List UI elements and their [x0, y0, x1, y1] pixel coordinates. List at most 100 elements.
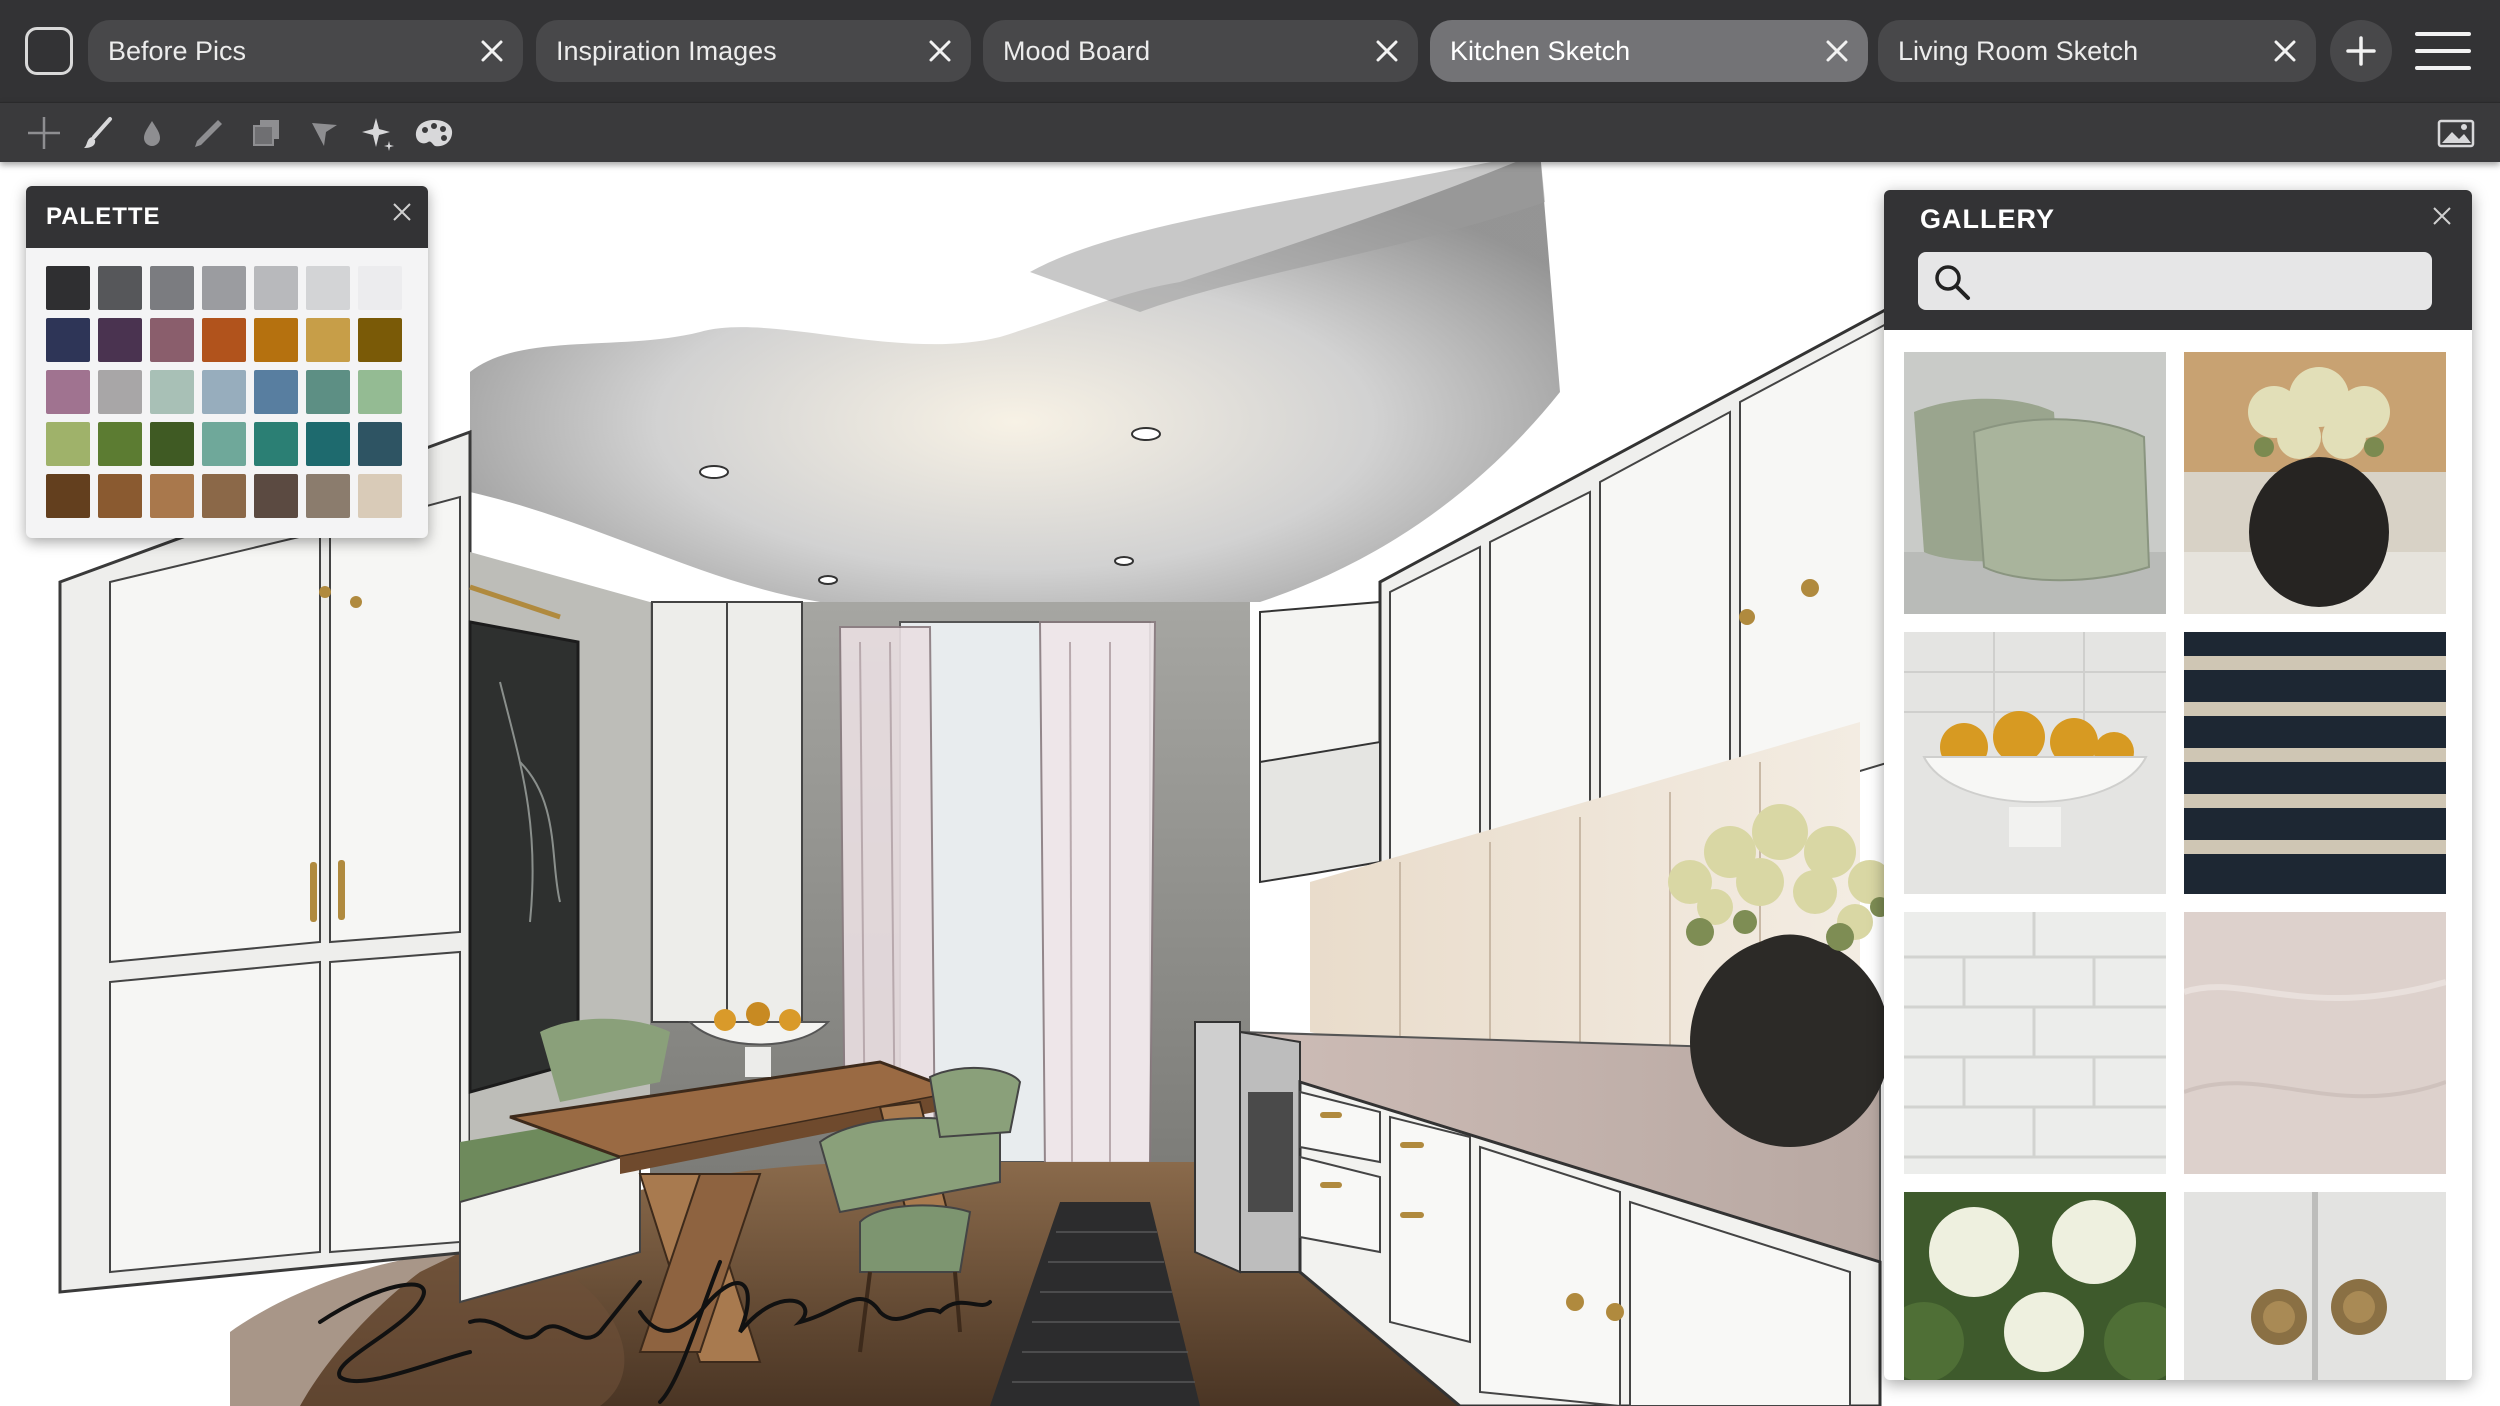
color-swatch[interactable]: [254, 370, 298, 414]
tab-label: Before Pics: [108, 36, 247, 66]
color-swatch[interactable]: [306, 266, 350, 310]
layers-icon: [253, 120, 279, 146]
close-icon[interactable]: [479, 38, 505, 64]
color-swatch[interactable]: [202, 318, 246, 362]
color-swatch[interactable]: [46, 474, 90, 518]
color-swatch[interactable]: [150, 318, 194, 362]
color-swatch[interactable]: [202, 474, 246, 518]
color-swatch[interactable]: [202, 266, 246, 310]
color-swatch[interactable]: [358, 370, 402, 414]
magic-tool[interactable]: [360, 115, 396, 151]
swatch-grid: [46, 266, 414, 518]
pencil-tool[interactable]: [190, 115, 226, 151]
pencil-icon: [195, 120, 222, 147]
tab-inspiration-images[interactable]: Inspiration Images: [536, 20, 971, 82]
close-icon[interactable]: [390, 200, 414, 224]
gallery-thumbnail[interactable]: [1904, 912, 2166, 1174]
gallery-thumbnail[interactable]: [2184, 1192, 2446, 1380]
close-icon[interactable]: [1374, 38, 1400, 64]
close-icon[interactable]: [1824, 38, 1850, 64]
gallery-thumbnail[interactable]: [1904, 1192, 2166, 1380]
toolbar: [0, 102, 2500, 162]
tab-label: Kitchen Sketch: [1450, 36, 1631, 66]
gallery-title: GALLERY: [1920, 204, 2055, 234]
tab-before-pics[interactable]: Before Pics: [88, 20, 523, 82]
gallery-panel: GALLERY: [1884, 190, 2472, 1380]
tab-mood-board[interactable]: Mood Board: [983, 20, 1418, 82]
color-swatch[interactable]: [98, 370, 142, 414]
gallery-search-input[interactable]: [1984, 260, 2414, 302]
color-swatch[interactable]: [150, 370, 194, 414]
color-swatch[interactable]: [150, 266, 194, 310]
magic-sparkle-icon: [362, 118, 394, 151]
palette-panel: PALETTE: [26, 186, 428, 538]
close-icon[interactable]: [2430, 204, 2454, 228]
plus-icon: [2346, 36, 2376, 66]
transform-icon: [28, 117, 60, 149]
color-swatch[interactable]: [254, 422, 298, 466]
color-swatch[interactable]: [358, 318, 402, 362]
color-swatch[interactable]: [46, 422, 90, 466]
color-swatch[interactable]: [150, 474, 194, 518]
app-window: Before Pics Inspiration Images Mood Boar…: [0, 0, 2500, 1406]
close-icon[interactable]: [927, 38, 953, 64]
color-swatch[interactable]: [150, 422, 194, 466]
selection-tool[interactable]: [306, 115, 342, 151]
vase-flowers-image: [2184, 352, 2446, 614]
gallery-thumbnail[interactable]: [1904, 632, 2166, 894]
selection-icon: [312, 123, 337, 146]
hamburger-icon: [2415, 32, 2471, 70]
white-tile-image: [1904, 912, 2166, 1174]
gallery-thumbnail[interactable]: [1904, 352, 2166, 614]
gallery-thumbnail[interactable]: [2184, 912, 2446, 1174]
tab-label: Inspiration Images: [556, 36, 777, 66]
hydrangea-image: [1904, 1192, 2166, 1380]
color-swatch[interactable]: [202, 422, 246, 466]
palette-tool[interactable]: [412, 115, 456, 151]
tab-kitchen-sketch[interactable]: Kitchen Sketch: [1430, 20, 1868, 82]
palette-header: PALETTE: [26, 186, 428, 248]
color-swatch[interactable]: [254, 266, 298, 310]
color-swatch[interactable]: [98, 266, 142, 310]
color-swatch[interactable]: [46, 266, 90, 310]
color-swatch[interactable]: [306, 318, 350, 362]
color-swatch[interactable]: [46, 370, 90, 414]
brass-knobs-image: [2184, 1192, 2446, 1380]
color-swatch[interactable]: [358, 422, 402, 466]
gallery-thumbnail[interactable]: [2184, 352, 2446, 614]
layers-tool[interactable]: [248, 115, 284, 151]
tab-label: Mood Board: [1003, 36, 1151, 66]
gallery-thumbnail[interactable]: [2184, 632, 2446, 894]
gallery-search-bar[interactable]: [1918, 252, 2432, 310]
color-swatch[interactable]: [98, 422, 142, 466]
hamburger-menu-button[interactable]: [2414, 30, 2472, 72]
new-tab-button[interactable]: [2330, 20, 2392, 82]
color-swatch[interactable]: [202, 370, 246, 414]
transform-tool[interactable]: [26, 115, 62, 151]
color-swatch[interactable]: [306, 422, 350, 466]
tab-bar: Before Pics Inspiration Images Mood Boar…: [0, 0, 2500, 102]
home-button[interactable]: [25, 27, 73, 75]
image-icon: [2437, 119, 2475, 148]
close-icon[interactable]: [2272, 38, 2298, 64]
color-swatch[interactable]: [254, 318, 298, 362]
pear-bowl-image: [1904, 632, 2166, 894]
color-swatch[interactable]: [358, 474, 402, 518]
image-tool[interactable]: [2436, 115, 2476, 151]
brush-tool[interactable]: [80, 115, 116, 151]
color-swatch[interactable]: [46, 318, 90, 362]
color-swatch[interactable]: [98, 318, 142, 362]
marble-texture-image: [2184, 912, 2446, 1174]
color-swatch[interactable]: [358, 266, 402, 310]
color-swatch[interactable]: [306, 474, 350, 518]
palette-icon: [415, 120, 453, 147]
green-pillows-image: [1904, 352, 2166, 614]
fill-tool[interactable]: [134, 115, 170, 151]
palette-title: PALETTE: [46, 203, 161, 230]
color-swatch[interactable]: [254, 474, 298, 518]
tab-living-room-sketch[interactable]: Living Room Sketch: [1878, 20, 2316, 82]
color-swatch[interactable]: [98, 474, 142, 518]
fill-drop-icon: [144, 121, 160, 146]
brush-icon: [84, 117, 112, 148]
color-swatch[interactable]: [306, 370, 350, 414]
